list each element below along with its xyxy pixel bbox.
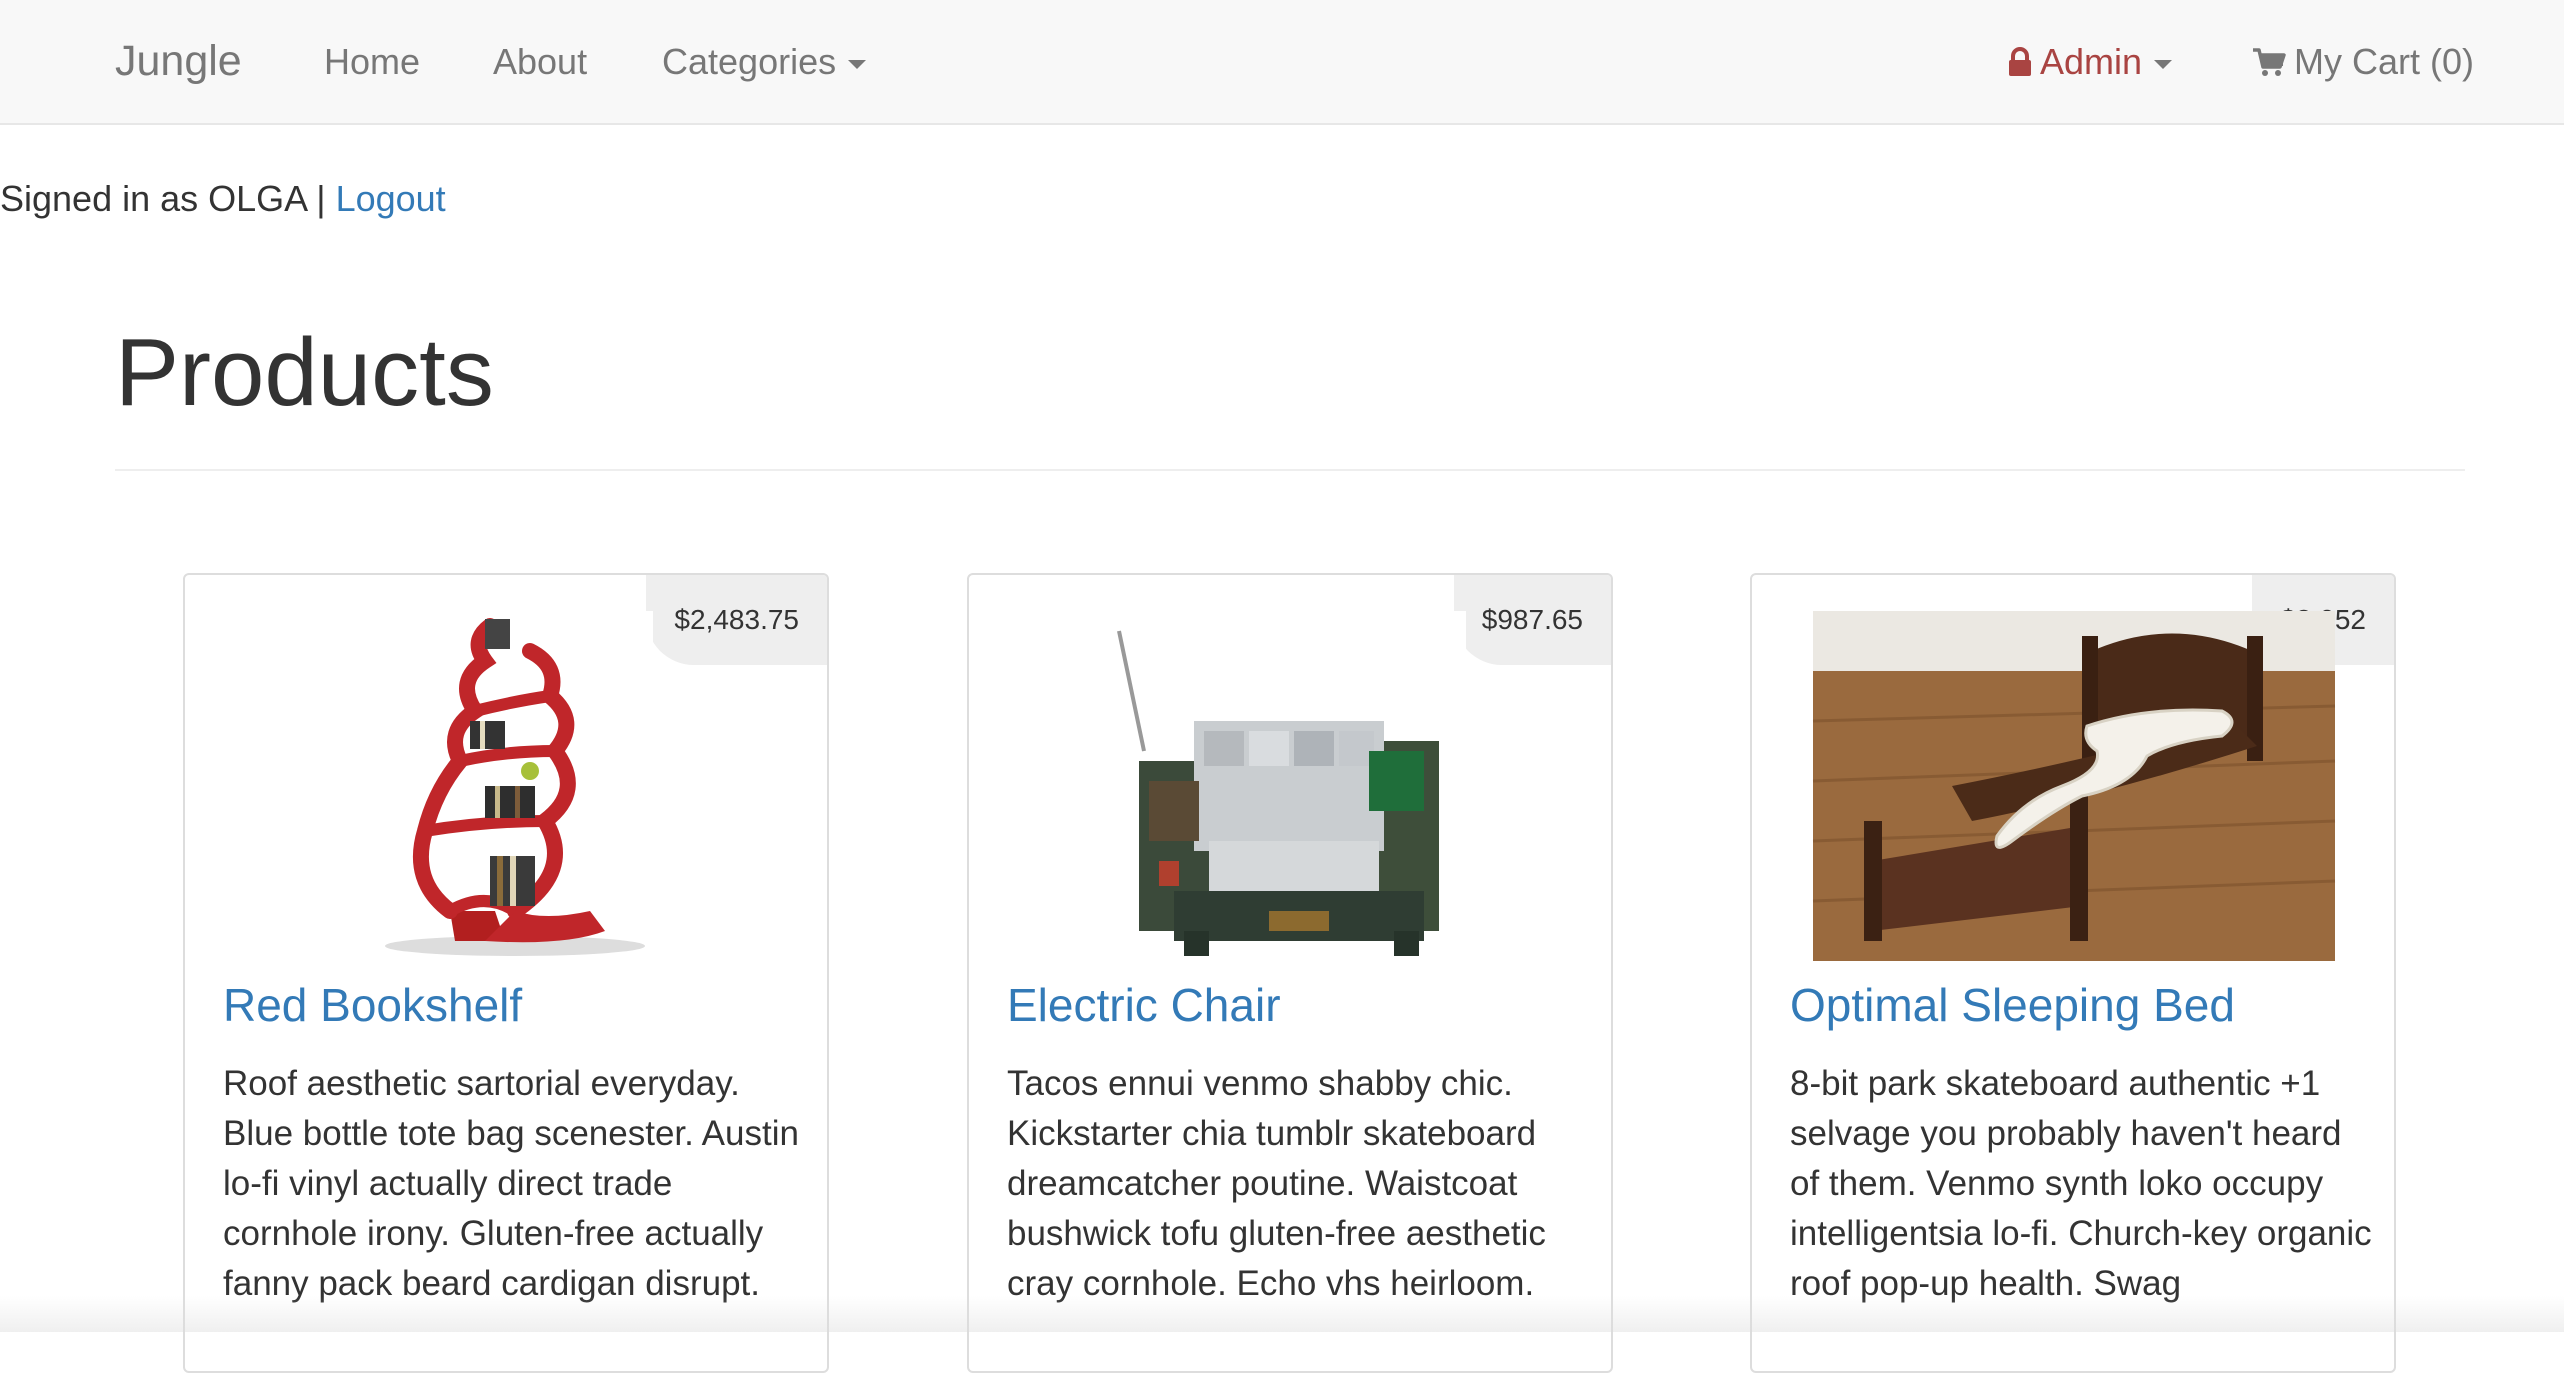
product-description: Roof aesthetic sartorial everyday. Blue …	[223, 1064, 799, 1303]
nav-categories-dropdown[interactable]: Categories	[662, 0, 867, 123]
admin-label: Admin	[2040, 41, 2143, 82]
cart-label: My Cart (0)	[2294, 41, 2474, 82]
product-title-link[interactable]: Electric Chair	[1007, 977, 1281, 1033]
nav-about-link[interactable]: About	[493, 0, 587, 123]
scroll-fade	[0, 1296, 2564, 1332]
product-card: $3,052 Optimal Sleeping Bed 8-bit park s…	[1750, 573, 2396, 1373]
product-description: Tacos ennui venmo shabby chic. Kickstart…	[1007, 1064, 1546, 1303]
product-image-red-bookshelf[interactable]	[185, 611, 827, 961]
product-title-link[interactable]: Red Bookshelf	[223, 977, 522, 1033]
signed-in-status: Signed in as OLGA | Logout	[0, 174, 446, 224]
nav-home-link[interactable]: Home	[324, 0, 420, 123]
product-description: 8-bit park skateboard authentic +1 selva…	[1790, 1064, 2372, 1303]
product-image-optimal-sleeping-bed[interactable]	[1752, 611, 2394, 961]
admin-dropdown[interactable]: Admin	[2008, 0, 2173, 126]
caret-down-icon	[848, 59, 867, 69]
page-title: Products	[115, 319, 494, 426]
cart-icon	[2252, 3, 2286, 126]
logout-link[interactable]: Logout	[336, 178, 446, 219]
title-divider	[115, 469, 2465, 471]
product-title-link[interactable]: Optimal Sleeping Bed	[1790, 977, 2235, 1033]
brand-link[interactable]: Jungle	[115, 0, 242, 123]
top-navbar: Jungle Home About Categories Admin My Ca…	[0, 0, 2564, 125]
product-card: $2,483.75 Red Bookshelf Roof aesthetic s…	[183, 573, 829, 1373]
product-card: $987.65 Electric Chair Tacos ennui venmo…	[967, 573, 1613, 1373]
signed-in-text: Signed in as OLGA |	[0, 178, 336, 219]
categories-label: Categories	[662, 41, 837, 82]
product-image-electric-chair[interactable]	[969, 611, 1611, 961]
caret-down-icon	[2154, 59, 2173, 69]
lock-icon	[2008, 3, 2032, 126]
my-cart-link[interactable]: My Cart (0)	[2252, 0, 2474, 123]
